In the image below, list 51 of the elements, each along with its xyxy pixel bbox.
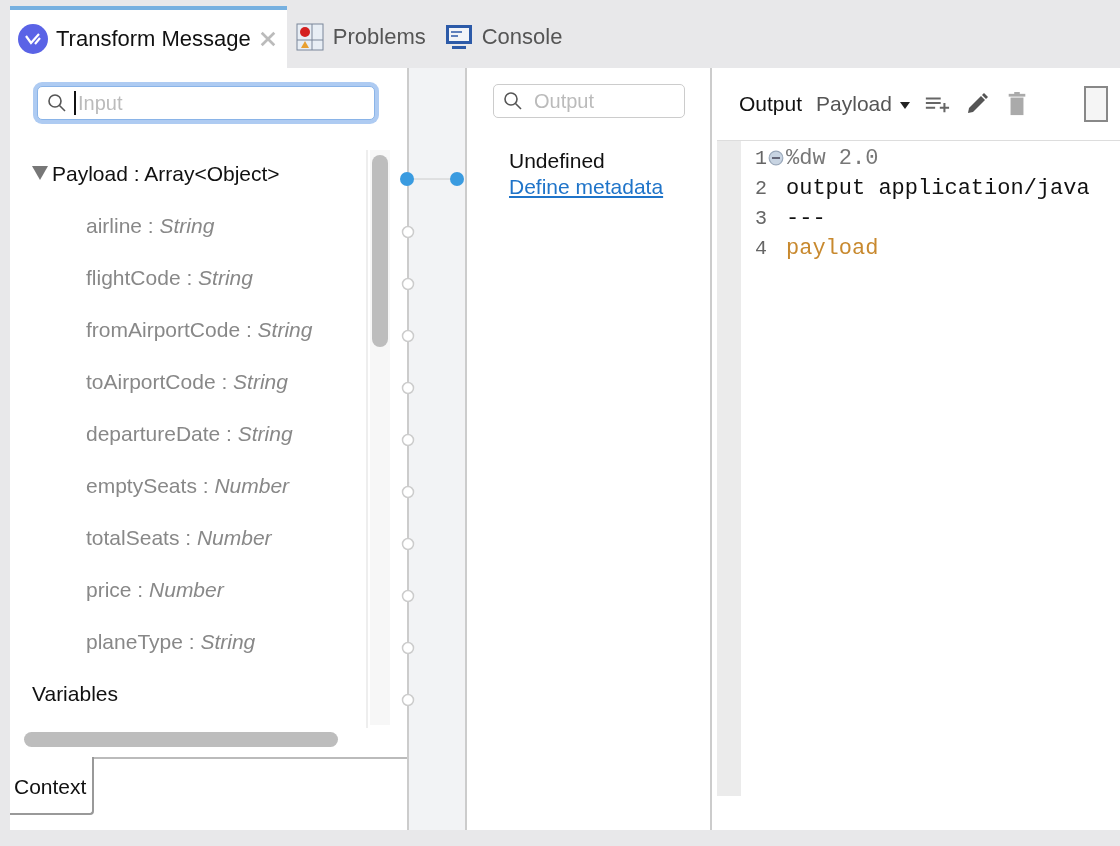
connector-node[interactable]: [401, 641, 415, 655]
vertical-scrollbar[interactable]: [370, 150, 390, 725]
tree-item[interactable]: fromAirportCode : String: [86, 318, 313, 342]
connector-node[interactable]: [401, 329, 415, 343]
fold-icon[interactable]: [768, 150, 784, 166]
horizontal-scrollbar[interactable]: [24, 732, 338, 747]
define-metadata-link[interactable]: Define metadata: [509, 175, 664, 198]
code-line: ---: [786, 205, 826, 231]
input-search-field[interactable]: Input: [37, 86, 375, 120]
code-line: output application/java: [786, 175, 1090, 201]
connector-node[interactable]: [401, 277, 415, 291]
output-search-field[interactable]: Output: [493, 84, 685, 118]
tree-item[interactable]: emptySeats : Number: [86, 474, 290, 498]
connector-node[interactable]: [401, 693, 415, 707]
payload-dropdown[interactable]: Payload: [816, 92, 910, 116]
connector-node[interactable]: [401, 589, 415, 603]
connector-node[interactable]: [401, 225, 415, 239]
search-icon: [503, 91, 523, 111]
caret-icon: [899, 101, 910, 109]
code-line: %dw 2.0: [786, 145, 879, 171]
expand-triangle-icon[interactable]: [32, 166, 48, 180]
monitor-icon: [443, 22, 474, 52]
line-number: 1: [754, 146, 767, 170]
code-line: payload: [786, 235, 879, 261]
tree-item[interactable]: flightCode : String: [86, 266, 253, 290]
editor-tab[interactable]: Problems: [286, 6, 436, 68]
mapping-connector[interactable]: [400, 171, 464, 187]
tree-item[interactable]: toAirportCode : String: [86, 370, 288, 394]
output-label: Output: [739, 92, 803, 116]
close-icon[interactable]: [258, 30, 277, 48]
tree-item[interactable]: price : Number: [86, 578, 224, 602]
connector-node[interactable]: [401, 537, 415, 551]
tree-item[interactable]: departureDate : String: [86, 422, 293, 446]
connector-node[interactable]: [401, 381, 415, 395]
line-number: 4: [754, 236, 767, 260]
connector-node[interactable]: [401, 485, 415, 499]
tree-item[interactable]: planeType : String: [86, 630, 256, 654]
line-number: 3: [754, 206, 767, 230]
connector-node[interactable]: [401, 433, 415, 447]
search-icon: [47, 93, 67, 113]
toolbar-button[interactable]: [1083, 86, 1108, 122]
editor-tab[interactable]: Console: [435, 6, 573, 68]
editor-tab[interactable]: Transform Message: [10, 6, 287, 68]
undefined-metadata-message: Undefined Define metadata: [509, 148, 665, 200]
tree-item[interactable]: Variables: [32, 682, 118, 706]
tree-item[interactable]: airline : String: [86, 214, 215, 238]
code-editor[interactable]: 1 %dw 2.0 2 output application/java 3 --- 4 payload: [717, 141, 1120, 799]
line-number: 2: [754, 176, 767, 200]
context-tab[interactable]: Context: [10, 757, 95, 815]
tree-item[interactable]: totalSeats : Number: [86, 526, 272, 550]
tree-item[interactable]: Payload : Array<Object>: [52, 162, 280, 186]
